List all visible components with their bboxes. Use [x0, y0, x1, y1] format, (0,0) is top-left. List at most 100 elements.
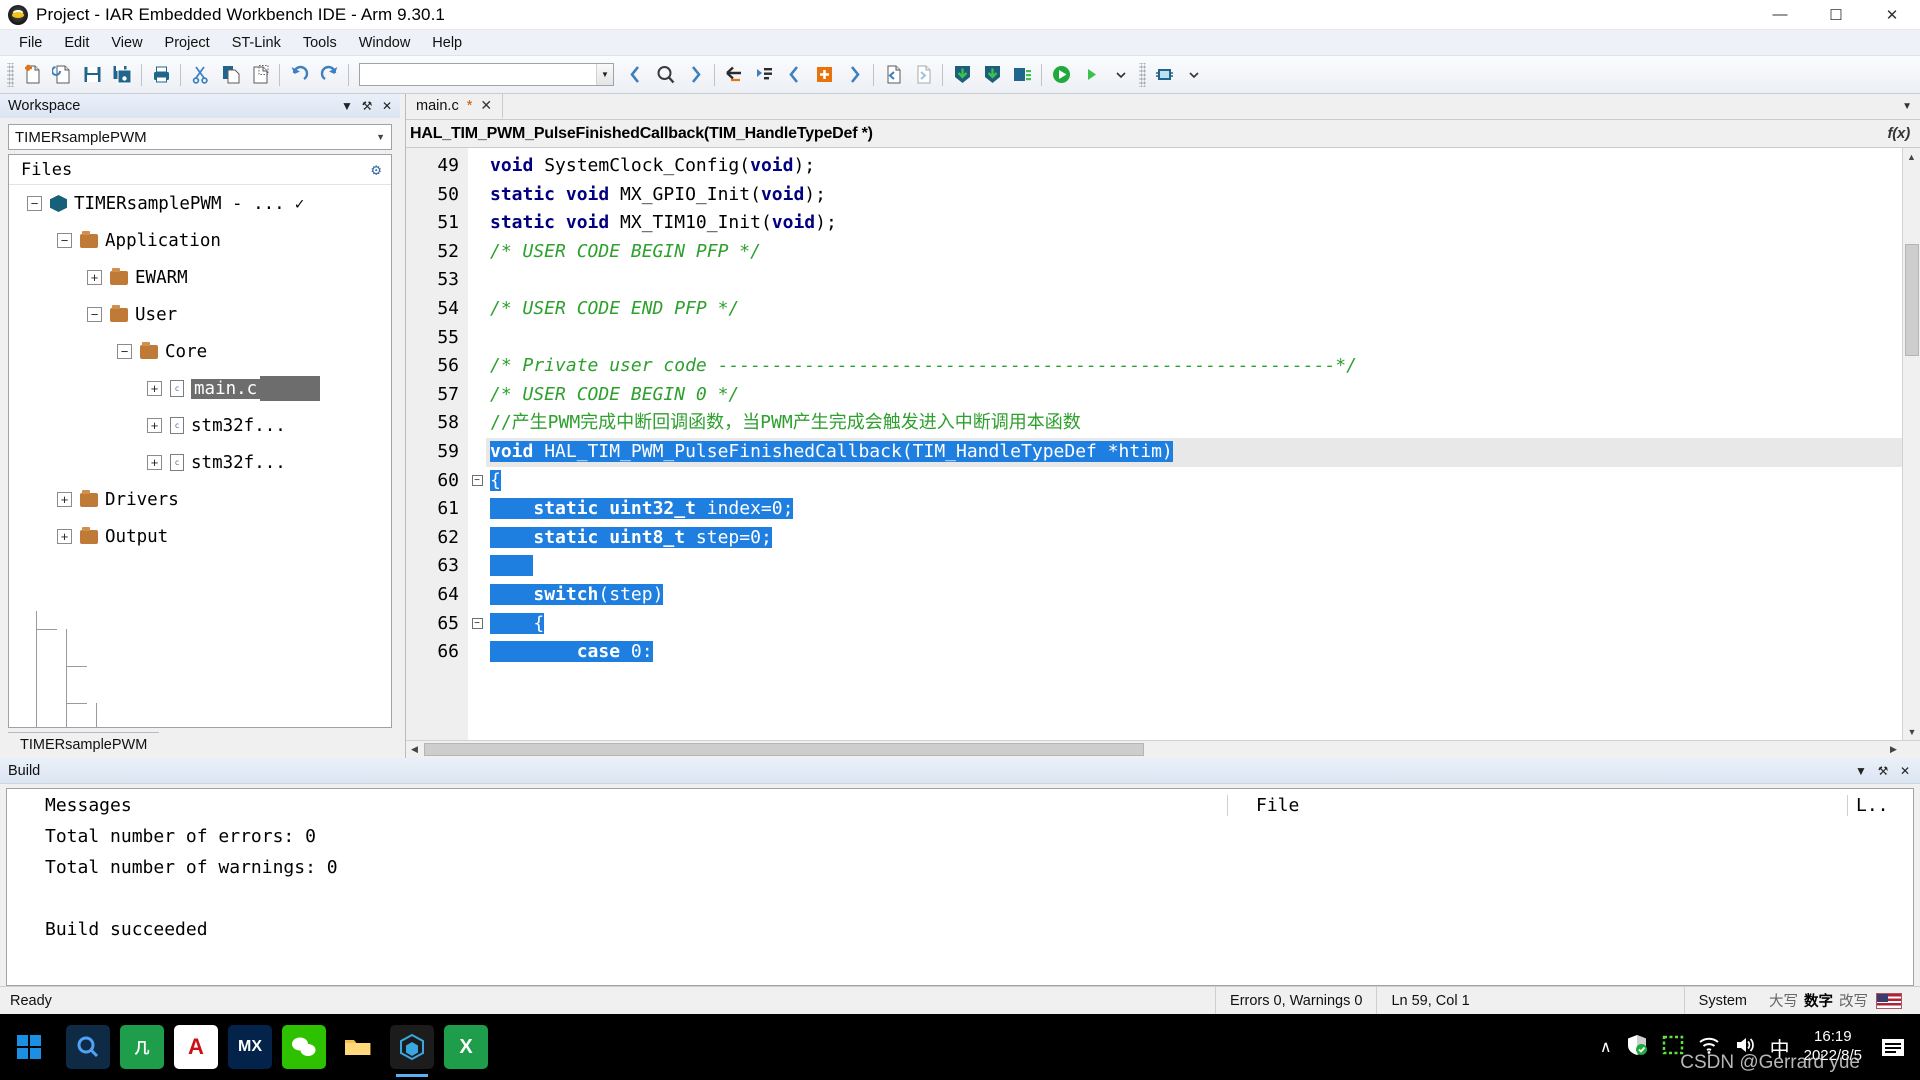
paste-icon[interactable]	[245, 60, 275, 90]
previous-bookmark-icon[interactable]	[779, 60, 809, 90]
tree-row[interactable]: − TIMERsamplePWM - ... ✓	[9, 185, 391, 222]
tree-row[interactable]: + c stm32f...	[9, 444, 391, 481]
tree-toggle[interactable]: +	[147, 418, 162, 433]
toolbar-grip-secondary[interactable]	[1139, 62, 1146, 87]
code-line[interactable]: static uint8_t step=0;	[486, 524, 1920, 553]
options-gear-icon[interactable]: ⚙	[371, 160, 381, 179]
chevron-down-icon[interactable]: ▼	[596, 64, 613, 85]
undo-icon[interactable]	[284, 60, 314, 90]
fold-toggle-icon[interactable]: −	[471, 618, 483, 630]
workspace-pin-icon[interactable]: ⚒	[358, 97, 376, 115]
save-all-icon[interactable]	[107, 60, 137, 90]
menu-st-link[interactable]: ST-Link	[221, 32, 292, 54]
taskbar-wechat-icon[interactable]	[282, 1025, 326, 1069]
tree-toggle[interactable]: −	[117, 344, 132, 359]
menu-help[interactable]: Help	[421, 32, 473, 54]
fold-toggle-icon[interactable]: −	[471, 475, 483, 487]
workspace-selector[interactable]: TIMERsamplePWM ▼	[8, 124, 392, 150]
code-line[interactable]: static uint32_t index=0;	[486, 495, 1920, 524]
build-output[interactable]: Messages File L.. Total number of errors…	[6, 788, 1914, 986]
find-next-icon[interactable]	[680, 60, 710, 90]
editor-vertical-scrollbar[interactable]: ▲ ▼	[1902, 148, 1920, 740]
windows-start-icon[interactable]	[0, 1035, 58, 1059]
fold-cell[interactable]: −	[468, 610, 486, 639]
taskbar-iar-icon[interactable]	[390, 1025, 434, 1077]
tree-toggle[interactable]: −	[27, 196, 42, 211]
tree-toggle[interactable]: +	[147, 455, 162, 470]
tree-row[interactable]: + EWARM	[9, 259, 391, 296]
tree-row[interactable]: − User	[9, 296, 391, 333]
tree-row[interactable]: + c stm32f...	[9, 407, 391, 444]
open-document-icon[interactable]	[47, 60, 77, 90]
code-line[interactable]: static void MX_GPIO_Init(void);	[486, 181, 1920, 210]
save-icon[interactable]	[77, 60, 107, 90]
find-previous-icon[interactable]	[620, 60, 650, 90]
code-line[interactable]: /* Private user code -------------------…	[486, 352, 1920, 381]
tree-row[interactable]: + Drivers	[9, 481, 391, 518]
maximize-button[interactable]: ☐	[1808, 0, 1864, 30]
tree-row-main-c[interactable]: + c main.c	[9, 370, 391, 407]
quick-search-input[interactable]	[360, 65, 588, 84]
code-content[interactable]: void SystemClock_Config(void); static voi…	[486, 148, 1920, 740]
code-line[interactable]: {	[486, 467, 1920, 496]
tabstrip-dropdown-icon[interactable]: ▼	[1902, 94, 1920, 119]
menu-file[interactable]: File	[8, 32, 53, 54]
menu-edit[interactable]: Edit	[53, 32, 100, 54]
code-line[interactable]: static void MX_TIM10_Init(void);	[486, 209, 1920, 238]
navigate-forward-icon[interactable]	[908, 60, 938, 90]
shield-icon[interactable]	[1626, 1034, 1648, 1061]
tree-toggle[interactable]: +	[147, 381, 162, 396]
download-and-debug-icon[interactable]	[1046, 60, 1076, 90]
code-line[interactable]: case 0:	[486, 638, 1920, 667]
build-dropdown-icon[interactable]: ▼	[1852, 762, 1870, 780]
redo-icon[interactable]	[314, 60, 344, 90]
menu-window[interactable]: Window	[348, 32, 422, 54]
notification-icon[interactable]	[1876, 1030, 1910, 1064]
next-bookmark-icon[interactable]	[839, 60, 869, 90]
stlink-icon[interactable]	[1149, 60, 1179, 90]
scroll-left-icon[interactable]: ◀	[406, 744, 423, 755]
project-tree[interactable]: Files ⚙ − TIMERsamplePWM - ... ✓ − Appli…	[8, 154, 392, 728]
code-area[interactable]: 49 50 51 52 53 54 55 56 57 58 59 60 61 62 63 64 65 66 − − …	[406, 148, 1920, 740]
taskbar-xshell-icon[interactable]: X	[444, 1025, 488, 1069]
quick-search-combo[interactable]: ▼	[359, 63, 614, 86]
code-line[interactable]: /* USER CODE BEGIN PFP */	[486, 238, 1920, 267]
code-line[interactable]: //产生PWM完成中断回调函数，当PWM产生完成会触发进入中断调用本函数	[486, 409, 1920, 438]
code-line[interactable]: switch(step)	[486, 581, 1920, 610]
chevron-down-icon[interactable]: ▼	[376, 132, 385, 142]
tree-toggle[interactable]: −	[57, 233, 72, 248]
build-close-icon[interactable]: ✕	[1896, 762, 1914, 780]
go-to-icon[interactable]	[719, 60, 749, 90]
chevron-down-icon[interactable]	[1179, 60, 1209, 90]
minimize-button[interactable]: —	[1752, 0, 1808, 30]
fold-cell[interactable]: −	[468, 467, 486, 496]
taskbar-cubemx-icon[interactable]: MX	[228, 1025, 272, 1069]
tree-row[interactable]: − Core	[9, 333, 391, 370]
workspace-tab[interactable]: TIMERsamplePWM	[8, 732, 160, 758]
workspace-close-icon[interactable]: ✕	[378, 97, 396, 115]
toggle-bookmark-icon[interactable]	[809, 60, 839, 90]
code-line[interactable]	[486, 324, 1920, 353]
editor-horizontal-scrollbar[interactable]: ◀ ▶	[406, 740, 1920, 758]
cut-icon[interactable]	[185, 60, 215, 90]
tab-close-icon[interactable]: ✕	[480, 97, 492, 114]
bookmark-list-icon[interactable]	[749, 60, 779, 90]
tree-row[interactable]: − Application	[9, 222, 391, 259]
navigate-backward-icon[interactable]	[878, 60, 908, 90]
menu-project[interactable]: Project	[154, 32, 221, 54]
build-pin-icon[interactable]: ⚒	[1874, 762, 1892, 780]
close-button[interactable]: ✕	[1864, 0, 1920, 30]
code-line[interactable]: /* USER CODE BEGIN 0 */	[486, 381, 1920, 410]
taskbar-search-icon[interactable]	[66, 1025, 110, 1069]
tree-row[interactable]: + Output	[9, 518, 391, 555]
scroll-right-icon[interactable]: ▶	[1885, 744, 1902, 755]
taskbar-explorer-icon[interactable]	[336, 1025, 380, 1069]
menu-view[interactable]: View	[100, 32, 153, 54]
toolbar-grip[interactable]	[7, 62, 14, 87]
scroll-down-icon[interactable]: ▼	[1903, 723, 1920, 740]
tree-toggle[interactable]: +	[57, 529, 72, 544]
chevron-down-icon[interactable]	[1106, 60, 1136, 90]
tree-toggle[interactable]: +	[57, 492, 72, 507]
fold-margin[interactable]: − −	[468, 148, 486, 740]
taskbar-wps-icon[interactable]: 几	[120, 1025, 164, 1069]
